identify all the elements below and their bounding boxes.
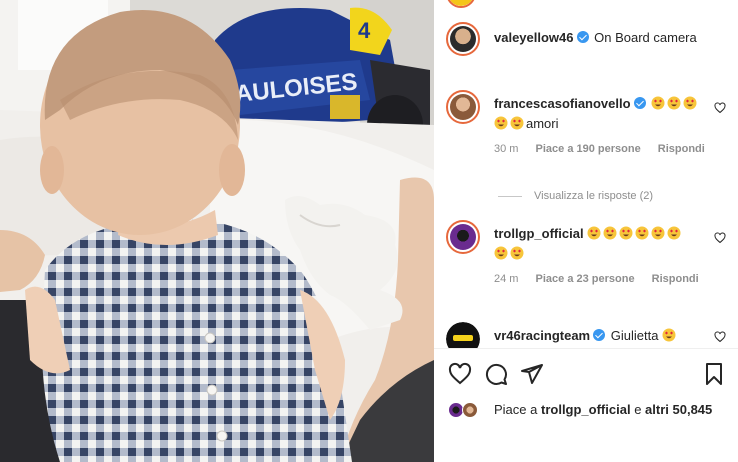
comment-body: francescasofianovello amori bbox=[494, 94, 706, 134]
verified-badge-icon bbox=[576, 31, 589, 43]
comment-time: 30 m bbox=[494, 143, 519, 155]
comment-meta: 24 m Piace a 23 persone Rispondi bbox=[494, 273, 713, 285]
commenter-avatar[interactable] bbox=[446, 322, 480, 348]
post-photo-illustration: AULOISES 4 bbox=[0, 0, 434, 462]
heart-eyes-emoji bbox=[651, 226, 665, 240]
comment-item: vr46racingteam Giulietta bbox=[446, 322, 728, 348]
heart-eyes-emoji bbox=[510, 246, 524, 260]
comment-username[interactable]: francescasofianovello bbox=[494, 96, 631, 111]
comment-item: trollgp_official 24 m Piace a 23 persone… bbox=[446, 220, 728, 300]
comment-username[interactable]: vr46racingteam bbox=[494, 328, 590, 343]
comment-item: francescasofianovello amori 30 m Piace a… bbox=[446, 90, 728, 170]
view-replies-link[interactable]: Visualizza le risposte (2) bbox=[498, 190, 653, 202]
heart-eyes-emoji bbox=[494, 116, 508, 130]
caption-text: valeyellow46 On Board camera bbox=[494, 30, 697, 46]
view-replies-text[interactable]: Visualizza le risposte (2) bbox=[534, 190, 653, 202]
heart-icon[interactable] bbox=[448, 362, 472, 386]
share-icon[interactable] bbox=[520, 362, 544, 386]
commenter-avatar[interactable] bbox=[446, 90, 480, 124]
reply-button[interactable]: Rispondi bbox=[652, 273, 699, 285]
heart-eyes-emoji bbox=[494, 246, 508, 260]
svg-text:4: 4 bbox=[358, 18, 371, 43]
reply-button[interactable]: Rispondi bbox=[658, 143, 705, 155]
caption-body: On Board camera bbox=[594, 30, 697, 45]
verified-badge-icon bbox=[593, 329, 606, 341]
post-side-panel: valeyellow46 On Board camera francescaso… bbox=[434, 0, 738, 462]
partial-avatar[interactable] bbox=[446, 0, 476, 8]
comment-likes[interactable]: Piace a 190 persone bbox=[536, 143, 641, 155]
heart-eyes-emoji bbox=[635, 226, 649, 240]
emoji-group bbox=[587, 226, 683, 241]
heart-eyes-emoji bbox=[603, 226, 617, 240]
bookmark-icon[interactable] bbox=[702, 362, 726, 386]
likes-summary: Piace a trollgp_official e altri 50,845 bbox=[448, 400, 728, 420]
replies-divider-line bbox=[498, 195, 522, 197]
small-heart-icon[interactable] bbox=[714, 102, 726, 114]
likes-text: Piace a trollgp_official e altri 50,845 bbox=[494, 400, 712, 420]
author-username[interactable]: valeyellow46 bbox=[494, 30, 574, 45]
likes-prefix: Piace a bbox=[494, 402, 538, 417]
comment-time: 24 m bbox=[494, 273, 519, 285]
comment-text: amori bbox=[526, 116, 559, 131]
likes-connector: e bbox=[634, 402, 642, 417]
small-heart-icon[interactable] bbox=[714, 232, 726, 244]
heart-eyes-emoji bbox=[683, 96, 697, 110]
heart-eyes-emoji bbox=[662, 328, 676, 342]
likes-others[interactable]: altri 50,845 bbox=[645, 402, 712, 417]
heart-eyes-emoji bbox=[587, 226, 601, 240]
liker-username[interactable]: trollgp_official bbox=[541, 402, 631, 417]
emoji-group bbox=[651, 96, 699, 111]
heart-eyes-emoji bbox=[510, 116, 524, 130]
comment-likes[interactable]: Piace a 23 persone bbox=[536, 273, 635, 285]
comment-meta: 30 m Piace a 190 persone Rispondi bbox=[494, 143, 719, 155]
comment-body: vr46racingteam Giulietta bbox=[494, 326, 706, 346]
post-caption: valeyellow46 On Board camera bbox=[446, 22, 728, 58]
verified-badge-icon bbox=[633, 97, 646, 109]
comment-icon[interactable] bbox=[484, 362, 508, 386]
comment-body: trollgp_official bbox=[494, 224, 706, 264]
comment-username[interactable]: trollgp_official bbox=[494, 226, 584, 241]
post-photo[interactable]: AULOISES 4 bbox=[0, 0, 434, 462]
commenter-avatar[interactable] bbox=[446, 220, 480, 254]
panel-divider bbox=[434, 348, 738, 349]
heart-eyes-emoji bbox=[667, 96, 681, 110]
author-avatar[interactable] bbox=[446, 22, 480, 56]
comment-text: Giulietta bbox=[610, 328, 659, 343]
heart-eyes-emoji bbox=[651, 96, 665, 110]
heart-eyes-emoji bbox=[619, 226, 633, 240]
liker-avatar[interactable] bbox=[462, 402, 478, 418]
heart-eyes-emoji bbox=[667, 226, 681, 240]
small-heart-icon[interactable] bbox=[714, 331, 726, 343]
action-bar bbox=[448, 362, 726, 386]
